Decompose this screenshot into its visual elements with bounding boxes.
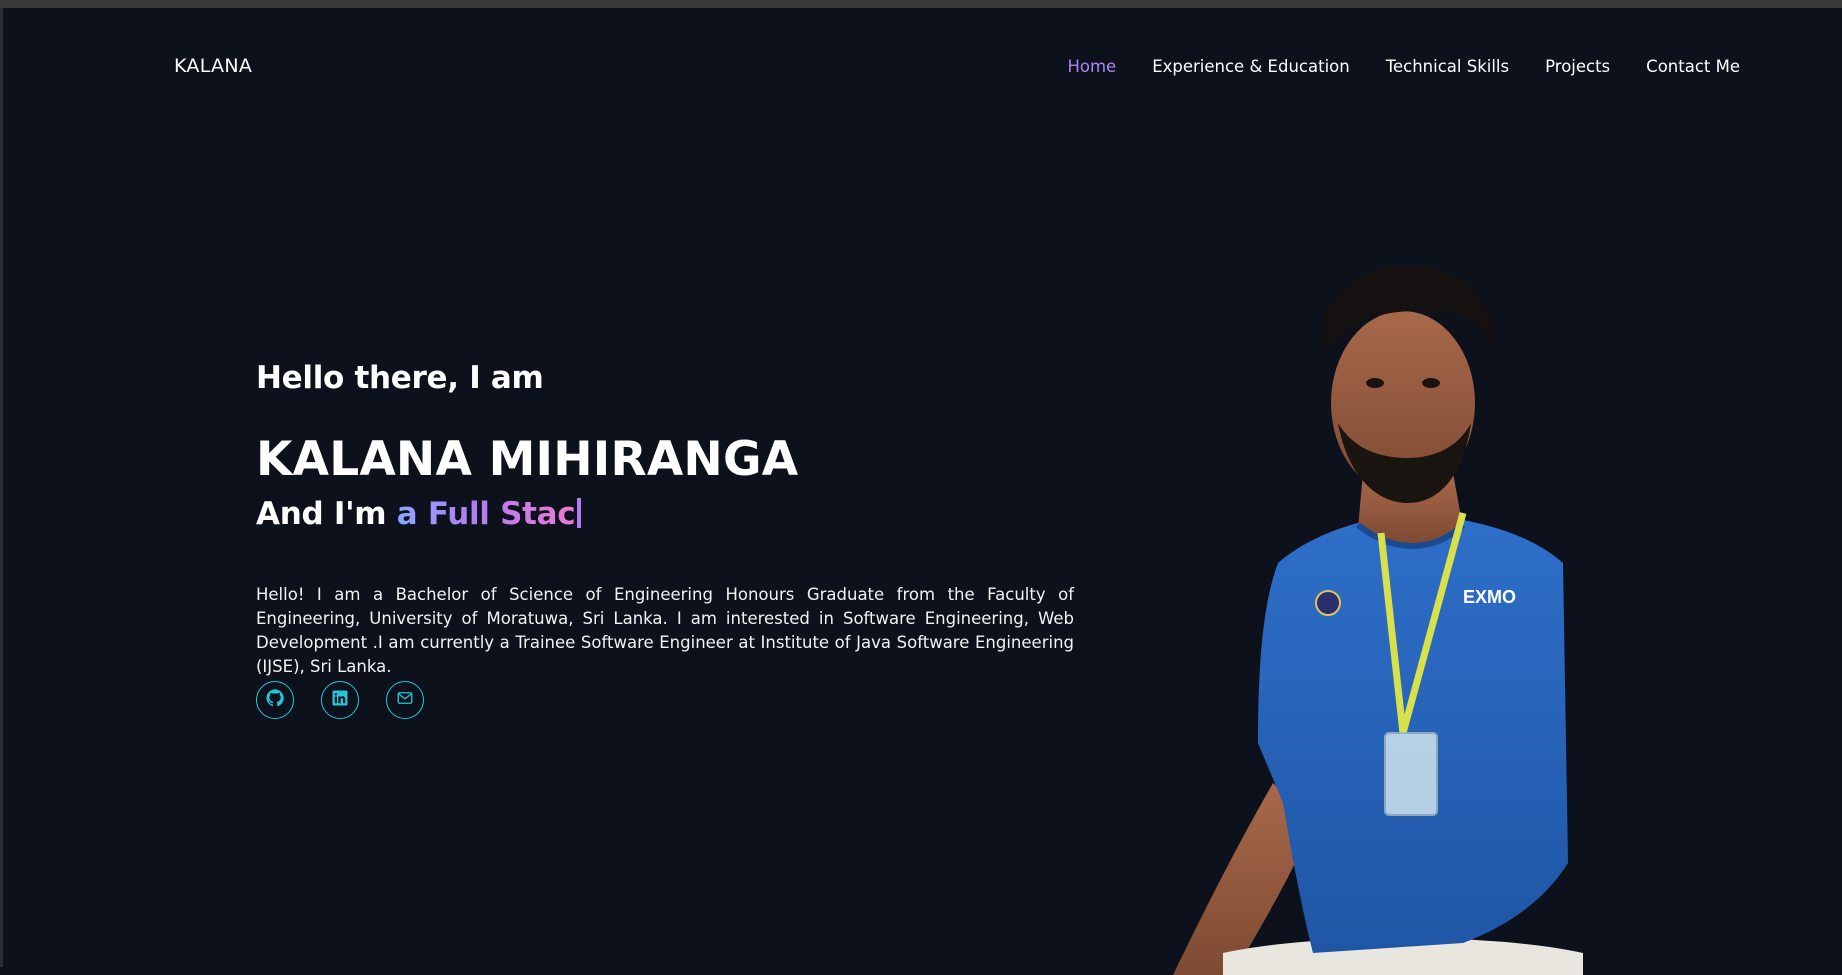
typing-caret (577, 498, 582, 528)
profile-photo: EXMO (1173, 265, 1583, 975)
email-link[interactable] (386, 681, 424, 719)
nav-item-technical-skills[interactable]: Technical Skills (1386, 57, 1509, 76)
github-icon (266, 689, 284, 711)
hero-bio: Hello! I am a Bachelor of Science of Eng… (256, 584, 1074, 676)
role-prefix: And I'm (256, 496, 397, 532)
portrait-shirt-text: EXMO (1463, 587, 1516, 607)
nav-item-home[interactable]: Home (1067, 57, 1116, 76)
nav-item-projects[interactable]: Projects (1545, 57, 1610, 76)
main-nav: Home Experience & Education Technical Sk… (1067, 57, 1740, 76)
browser-top-strip (0, 0, 1842, 8)
social-links (256, 681, 424, 719)
hero-greeting: Hello there, I am (256, 360, 544, 396)
role-typed-text: a Full Stac (396, 496, 576, 532)
nav-item-contact-me[interactable]: Contact Me (1646, 57, 1740, 76)
nav-item-experience-education[interactable]: Experience & Education (1152, 57, 1350, 76)
linkedin-link[interactable] (321, 681, 359, 719)
brand-logo[interactable]: KALANA (174, 55, 252, 77)
github-link[interactable] (256, 681, 294, 719)
portrait-id-card (1384, 732, 1438, 816)
portrait-eye-left (1366, 378, 1384, 388)
linkedin-icon (331, 689, 349, 711)
hero-role: And I'm a Full Stac (256, 496, 582, 532)
portfolio-page: KALANA Home Experience & Education Techn… (3, 8, 1842, 975)
portrait-eye-right (1422, 378, 1440, 388)
mail-icon (396, 689, 414, 711)
portrait-emblem (1315, 590, 1341, 616)
hero-name: KALANA MIHIRANGA (256, 432, 799, 487)
